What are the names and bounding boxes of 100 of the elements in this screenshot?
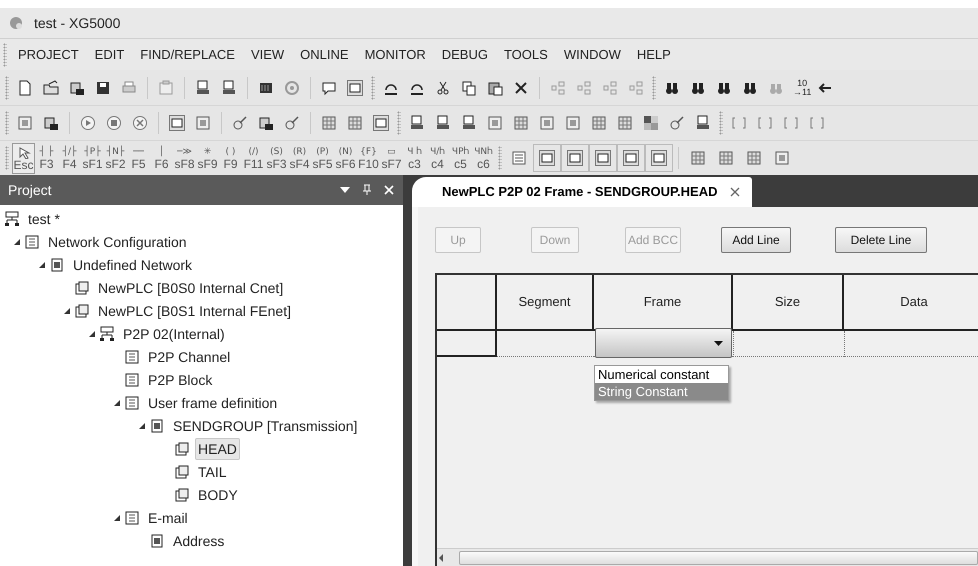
tree-node-icon [124,510,140,526]
save-icon[interactable] [95,80,111,96]
column-header: Segment [497,275,594,329]
tree-node-icon [74,302,90,318]
tree-node-icon [24,234,40,250]
ladder-key-button[interactable]: ▭ sF7 [380,142,403,174]
tree-node-icon [4,210,20,226]
action-button[interactable]: Add Line [721,227,791,253]
tree-item[interactable]: P2P 02(Internal) [120,322,228,344]
ladder-key-button[interactable]: ┤ ├ F3 [35,142,58,174]
open-folder-icon[interactable] [43,80,59,96]
tree-node-icon [174,464,190,480]
display-icon[interactable] [17,115,33,131]
close-icon[interactable] [730,187,740,197]
clipboard-icon[interactable] [158,80,174,96]
collapse-triangle-icon[interactable] [113,514,121,522]
collapse-triangle-icon[interactable] [138,422,146,430]
dropdown-arrow-icon [714,340,723,346]
app-logo-icon [8,15,24,31]
tree-node-icon [149,418,165,434]
ladder-key-button[interactable]: ┤N├ sF2 [104,142,127,174]
tree-node-icon [99,326,115,342]
ladder-key-button[interactable]: (R) sF4 [288,142,311,174]
window-title: test - XG5000 [34,14,120,32]
menu-item[interactable]: WINDOW [556,44,629,64]
collapse-triangle-icon[interactable] [38,260,46,268]
pin-icon[interactable] [361,184,373,196]
paste-icon[interactable] [487,80,503,96]
delete-icon[interactable] [513,80,529,96]
tree-node-icon [124,394,140,410]
bracket-icon[interactable] [731,115,747,131]
menu-item[interactable]: DEBUG [434,44,496,64]
dropdown-option[interactable]: Numerical constant [595,366,728,383]
menu-item[interactable]: ONLINE [292,44,357,64]
tree-item[interactable]: NewPLC [B0S0 Internal Cnet] [95,276,286,298]
action-button[interactable]: Delete Line [835,227,927,253]
run-icon[interactable] [80,115,96,131]
color-squares-icon[interactable] [643,115,659,131]
cancel-icon[interactable] [132,115,148,131]
collapse-triangle-icon[interactable] [113,398,121,406]
increment-tool[interactable]: 10 →11 [793,78,812,96]
scroll-thumb[interactable] [459,550,978,564]
tree-item[interactable]: test * [25,208,63,230]
horizontal-scrollbar[interactable] [437,548,978,566]
ladder-key-button[interactable]: ( ) F9 [219,142,242,174]
computer-icon[interactable] [195,80,211,96]
menu-item[interactable]: PROJECT [10,44,87,64]
tree-item[interactable]: SENDGROUP [Transmission] [170,414,360,436]
ladder-key-button[interactable]: ┤/├ F4 [58,142,81,174]
ladder-key-button[interactable]: │ F6 [150,142,173,174]
document-list-icon[interactable] [511,150,527,166]
ladder-key-button[interactable]: Ч/Ⴙ c4 [426,142,449,174]
collapse-triangle-icon[interactable] [88,330,96,338]
ladder-key-button[interactable]: (/) F11 [242,142,265,174]
tree-node-icon [149,532,165,548]
ladder-key-button[interactable]: {F} F10 [357,142,380,174]
scroll-left-icon[interactable] [437,552,445,562]
tree-item[interactable]: HEAD [195,438,240,460]
ladder-key-button[interactable]: ✳ sF9 [196,142,219,174]
tree-item[interactable]: User frame definition [145,392,280,414]
tree-node-icon [174,440,190,456]
tree-item[interactable]: E-mail [145,506,191,528]
menu-item[interactable]: TOOLS [496,44,556,64]
tree-node-icon [49,256,65,272]
tree-item[interactable]: P2P Block [145,368,216,390]
ladder-key-button[interactable]: (P) sF5 [311,142,334,174]
ladder-key-button[interactable]: (N) sF6 [334,142,357,174]
collapse-triangle-icon[interactable] [13,238,21,246]
menu-item[interactable]: FIND/REPLACE [132,44,243,64]
document-tab[interactable]: NewPLC P2P 02 Frame - SENDGROUP.HEAD [412,177,752,207]
column-header: Data [899,293,929,312]
ladder-key-button[interactable]: ЧNႹ c6 [472,142,495,174]
frame-combobox[interactable] [595,328,732,358]
tree-item[interactable]: TAIL [195,460,230,482]
ladder-key-button[interactable]: ─≫ sF8 [173,142,196,174]
menu-item[interactable]: HELP [628,44,679,64]
tree-item[interactable]: Network Configuration [45,230,190,252]
tree-item[interactable]: BODY [195,484,241,506]
tree-node-icon [124,372,140,388]
ladder-key-button[interactable]: Ч Ⴙ c3 [403,142,426,174]
tree-item[interactable]: Undefined Network [70,254,196,276]
tree-node-icon [74,280,90,296]
ladder-key-button[interactable]: ┤P├ sF1 [81,142,104,174]
stop-icon[interactable] [106,115,122,131]
copy-icon[interactable] [461,80,477,96]
cut-icon[interactable] [435,80,451,96]
menu-item[interactable]: EDIT [86,44,132,64]
ladder-key-button[interactable]: ── F5 [127,142,150,174]
help-bubble-icon[interactable] [321,80,337,96]
new-document-icon[interactable] [17,80,33,96]
menu-item[interactable]: VIEW [242,44,292,64]
ladder-key-button[interactable]: ЧPႹ c5 [449,142,472,174]
collapse-triangle-icon[interactable] [63,306,71,314]
tree-item[interactable]: P2P Channel [145,346,234,368]
tree-item[interactable]: Address [170,530,228,552]
ladder-key-button[interactable]: (S) sF3 [265,142,288,174]
tree-item[interactable]: NewPLC [B0S1 Internal FEnet] [95,300,294,322]
menu-item[interactable]: MONITOR [356,44,434,64]
print-icon[interactable] [121,80,137,96]
ladder-key-button[interactable]: Esc [12,142,35,174]
